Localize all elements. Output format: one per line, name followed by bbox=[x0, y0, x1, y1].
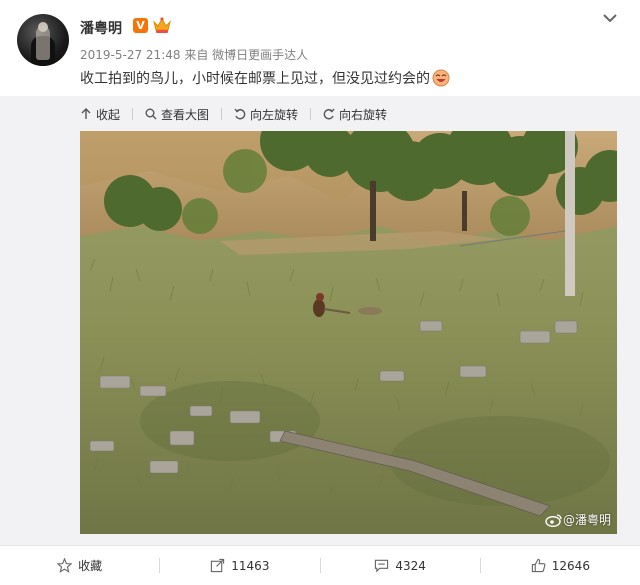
rotate-right-button[interactable]: 向右旋转 bbox=[323, 106, 387, 123]
photo-watermark: @潘粤明 bbox=[545, 511, 611, 528]
rotate-left-icon bbox=[234, 108, 246, 120]
star-icon bbox=[57, 558, 73, 573]
collapse-arrow-icon bbox=[81, 108, 91, 119]
like-count: 12646 bbox=[551, 558, 590, 573]
watermark-text: @潘粤明 bbox=[562, 513, 611, 527]
crown-icon[interactable] bbox=[152, 16, 172, 34]
repost-icon bbox=[211, 558, 225, 573]
rotate-left-button[interactable]: 向左旋转 bbox=[234, 106, 312, 123]
comment-count: 4324 bbox=[395, 558, 426, 573]
post-text: 收工拍到的鸟儿，小时候在邮票上见过，但没见过约会的 bbox=[80, 71, 430, 87]
rotate-right-icon bbox=[323, 108, 335, 120]
view-large-label: 查看大图 bbox=[161, 107, 210, 122]
post-meta: 2019-5-27 21:48 来自 微博日更画手达人 bbox=[80, 46, 308, 63]
magnifier-icon bbox=[145, 108, 157, 120]
media-toolbar: 收起 查看大图 向左旋转 向右旋转 bbox=[80, 104, 399, 124]
favorite-label: 收藏 bbox=[78, 559, 103, 573]
rotate-left-label: 向左旋转 bbox=[250, 107, 299, 122]
post-photo[interactable]: @潘粤明 bbox=[80, 131, 617, 534]
comment-button[interactable]: 4324 bbox=[321, 546, 480, 585]
timestamp[interactable]: 2019-5-27 21:48 bbox=[80, 48, 181, 62]
comment-icon bbox=[375, 559, 389, 573]
post-text-row: 收工拍到的鸟儿，小时候在邮票上见过，但没见过约会的 bbox=[80, 68, 450, 88]
field-photo-image bbox=[80, 131, 617, 534]
repost-count: 11463 bbox=[231, 558, 270, 573]
post-header: 潘粤明 V 2019-5-27 21:48 来自 微博日更画手达人 收工拍到的鸟… bbox=[0, 0, 640, 96]
laugh-emoji-icon bbox=[432, 69, 450, 87]
verified-badge-icon[interactable]: V bbox=[133, 18, 148, 33]
media-panel: 收起 查看大图 向左旋转 向右旋转 @潘粤明 bbox=[0, 96, 640, 545]
collapse-button[interactable]: 收起 bbox=[80, 106, 134, 123]
repost-button[interactable]: 11463 bbox=[160, 546, 319, 585]
username[interactable]: 潘粤明 bbox=[80, 18, 122, 38]
divider bbox=[132, 108, 134, 120]
thumbs-up-icon bbox=[531, 558, 546, 573]
view-large-button[interactable]: 查看大图 bbox=[145, 106, 223, 123]
divider bbox=[221, 108, 223, 120]
divider bbox=[310, 108, 312, 120]
chevron-down-icon[interactable] bbox=[602, 10, 618, 26]
favorite-button[interactable]: 收藏 bbox=[0, 546, 159, 585]
avatar[interactable] bbox=[17, 14, 69, 66]
weibo-logo-icon bbox=[545, 513, 562, 527]
post-footer: 收藏 11463 4324 12646 bbox=[0, 545, 640, 585]
collapse-label: 收起 bbox=[96, 107, 121, 122]
source-prefix: 来自 bbox=[184, 48, 209, 62]
source-link[interactable]: 微博日更画手达人 bbox=[212, 48, 308, 62]
like-button[interactable]: 12646 bbox=[481, 546, 640, 585]
rotate-right-label: 向右旋转 bbox=[339, 107, 388, 122]
